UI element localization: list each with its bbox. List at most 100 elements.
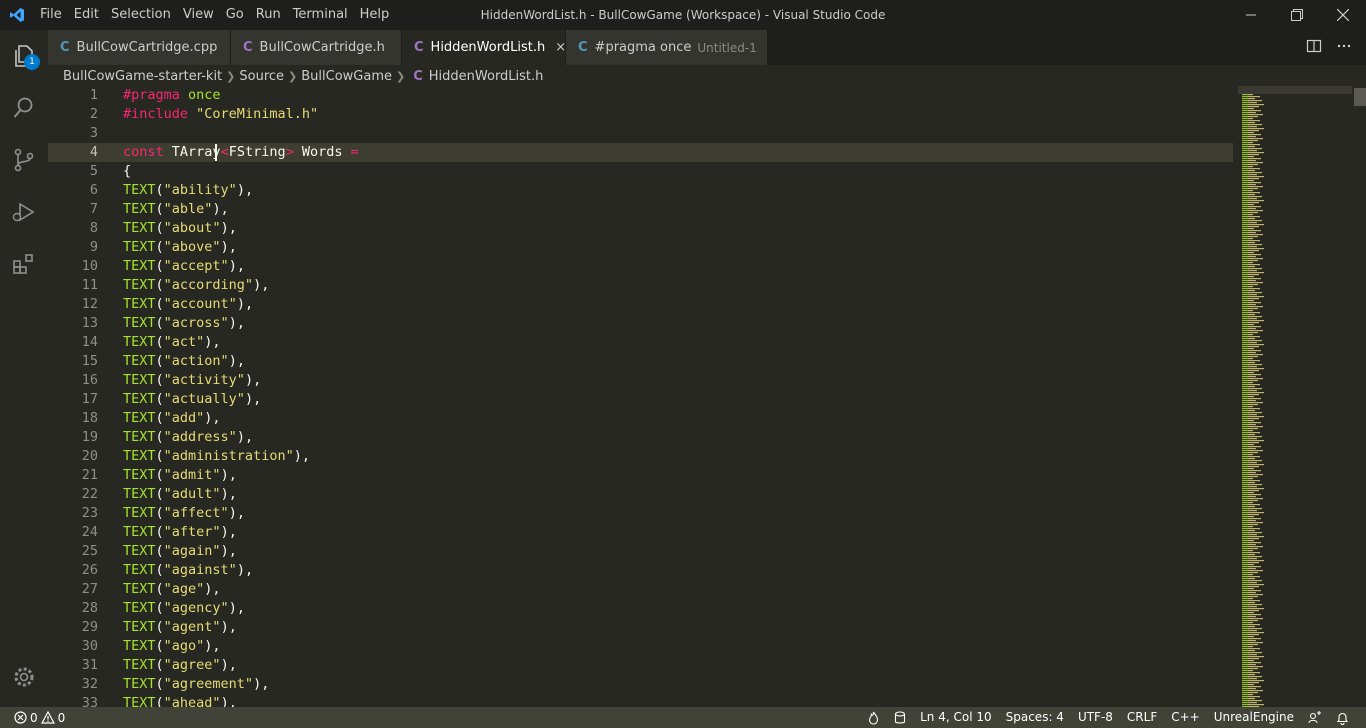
macro: TEXT — [123, 201, 156, 217]
close-window-button[interactable] — [1320, 0, 1366, 30]
activity-bar: 1 — [0, 30, 48, 707]
line-number: 12 — [81, 296, 98, 312]
split-editor-icon[interactable] — [1306, 38, 1322, 58]
minimize-button[interactable] — [1228, 0, 1274, 30]
code-editor[interactable]: 1 #pragma once 2 #include "CoreMinimal.h… — [48, 86, 1233, 707]
problems-indicator[interactable]: 0 0 — [0, 711, 65, 725]
line-number: 9 — [89, 239, 98, 255]
line-number: 17 — [81, 391, 98, 407]
line-number: 18 — [81, 410, 98, 426]
warning-count: 0 — [57, 710, 66, 725]
menu-terminal[interactable]: Terminal — [287, 0, 354, 30]
tab-close-icon[interactable]: × — [555, 40, 566, 55]
macro: TEXT — [123, 182, 156, 198]
more-actions-icon[interactable] — [1336, 38, 1352, 58]
header-file-icon: C — [414, 40, 424, 55]
string-literal: "able" — [163, 201, 213, 217]
search-icon[interactable] — [0, 82, 48, 134]
cpp-file-icon: C — [60, 40, 70, 55]
macro: TEXT — [123, 448, 156, 464]
cpp-configuration[interactable]: UnrealEngine — [1207, 707, 1301, 728]
chevron-right-icon: ❯ — [226, 69, 236, 83]
operator: < — [220, 144, 229, 160]
code-line: 12 TEXT("account"), — [48, 295, 1233, 314]
breadcrumb-item[interactable]: Source — [239, 69, 284, 84]
string-literal: "about" — [163, 220, 221, 236]
operator: = — [350, 144, 359, 160]
pragma-arg: once — [188, 87, 221, 103]
macro: TEXT — [123, 505, 156, 521]
breadcrumb-item[interactable]: HiddenWordList.h — [429, 69, 544, 84]
breadcrumb-item[interactable]: BullCowGame-starter-kit — [63, 69, 222, 84]
tab-sublabel: Untitled-1 — [697, 40, 757, 55]
operator: > — [285, 144, 294, 160]
code-line: 6 TEXT("ability"), — [48, 181, 1233, 200]
menu-view[interactable]: View — [177, 0, 220, 30]
settings-gear-icon[interactable] — [0, 651, 48, 703]
tab-bullcowcartridge-cpp[interactable]: C BullCowCartridge.cpp — [48, 30, 231, 65]
line-number: 19 — [81, 429, 98, 445]
line-number: 8 — [89, 220, 98, 236]
code-line: 16 TEXT("activity"), — [48, 371, 1233, 390]
line-number: 11 — [81, 277, 98, 293]
menu-file[interactable]: File — [34, 0, 68, 30]
macro: TEXT — [123, 600, 156, 616]
menu-help[interactable]: Help — [354, 0, 396, 30]
code-line: 8 TEXT("about"), — [48, 219, 1233, 238]
notifications-bell-icon[interactable] — [1329, 711, 1356, 725]
menu-edit[interactable]: Edit — [68, 0, 105, 30]
menu-run[interactable]: Run — [250, 0, 287, 30]
macro: TEXT — [123, 258, 156, 274]
minimap[interactable] — [1238, 86, 1352, 707]
code-line: 32 TEXT("agreement"), — [48, 675, 1233, 694]
header-file-icon: C — [413, 68, 423, 84]
string-literal: "actually" — [163, 391, 245, 407]
line-number: 20 — [81, 448, 98, 464]
indentation[interactable]: Spaces: 4 — [999, 707, 1071, 728]
extensions-icon[interactable] — [0, 238, 48, 290]
keyword: #include — [123, 106, 189, 122]
line-number: 6 — [89, 182, 98, 198]
code-line: 25 TEXT("again"), — [48, 542, 1233, 561]
string-literal: "activity" — [163, 372, 245, 388]
menu-selection[interactable]: Selection — [105, 0, 177, 30]
encoding[interactable]: UTF-8 — [1071, 707, 1120, 728]
editor-tabs: C BullCowCartridge.cpp C BullCowCartridg… — [48, 30, 1366, 65]
language-mode[interactable]: C++ — [1164, 707, 1207, 728]
macro: TEXT — [123, 391, 156, 407]
restore-button[interactable] — [1274, 0, 1320, 30]
source-control-icon[interactable] — [0, 134, 48, 186]
tab-bullcowcartridge-h[interactable]: C BullCowCartridge.h — [231, 30, 402, 65]
run-debug-icon[interactable] — [0, 186, 48, 238]
string-literal: "against" — [163, 562, 237, 578]
window-controls — [1228, 0, 1366, 30]
flame-icon[interactable] — [860, 711, 887, 725]
line-number: 2 — [89, 106, 98, 122]
database-icon[interactable] — [887, 710, 913, 725]
brace: { — [123, 163, 132, 179]
macro: TEXT — [123, 581, 156, 597]
explorer-icon[interactable]: 1 — [0, 30, 48, 82]
menu-go[interactable]: Go — [220, 0, 250, 30]
type-name: TArray — [171, 144, 221, 160]
vertical-scrollbar[interactable] — [1352, 86, 1366, 707]
vscode-logo-icon — [0, 0, 34, 30]
string-literal: "after" — [163, 524, 221, 540]
code-line: 15 TEXT("action"), — [48, 352, 1233, 371]
line-number: 5 — [89, 163, 98, 179]
tab-untitled-1[interactable]: C #pragma once Untitled-1 — [566, 30, 768, 65]
line-number: 7 — [89, 201, 98, 217]
end-of-line[interactable]: CRLF — [1120, 707, 1164, 728]
string-literal: "agree" — [163, 657, 221, 673]
line-number: 29 — [81, 619, 98, 635]
cursor-position[interactable]: Ln 4, Col 10 — [913, 707, 999, 728]
string-literal: "administration" — [163, 448, 294, 464]
breadcrumb-item[interactable]: BullCowGame — [301, 69, 392, 84]
code-line: 18 TEXT("add"), — [48, 409, 1233, 428]
feedback-icon[interactable] — [1301, 710, 1329, 725]
code-line: 10 TEXT("accept"), — [48, 257, 1233, 276]
string-literal: "accept" — [163, 258, 229, 274]
scrollbar-thumb[interactable] — [1354, 88, 1366, 106]
code-line: 14 TEXT("act"), — [48, 333, 1233, 352]
tab-hiddenwordlist-h[interactable]: C HiddenWordList.h × — [402, 30, 566, 65]
